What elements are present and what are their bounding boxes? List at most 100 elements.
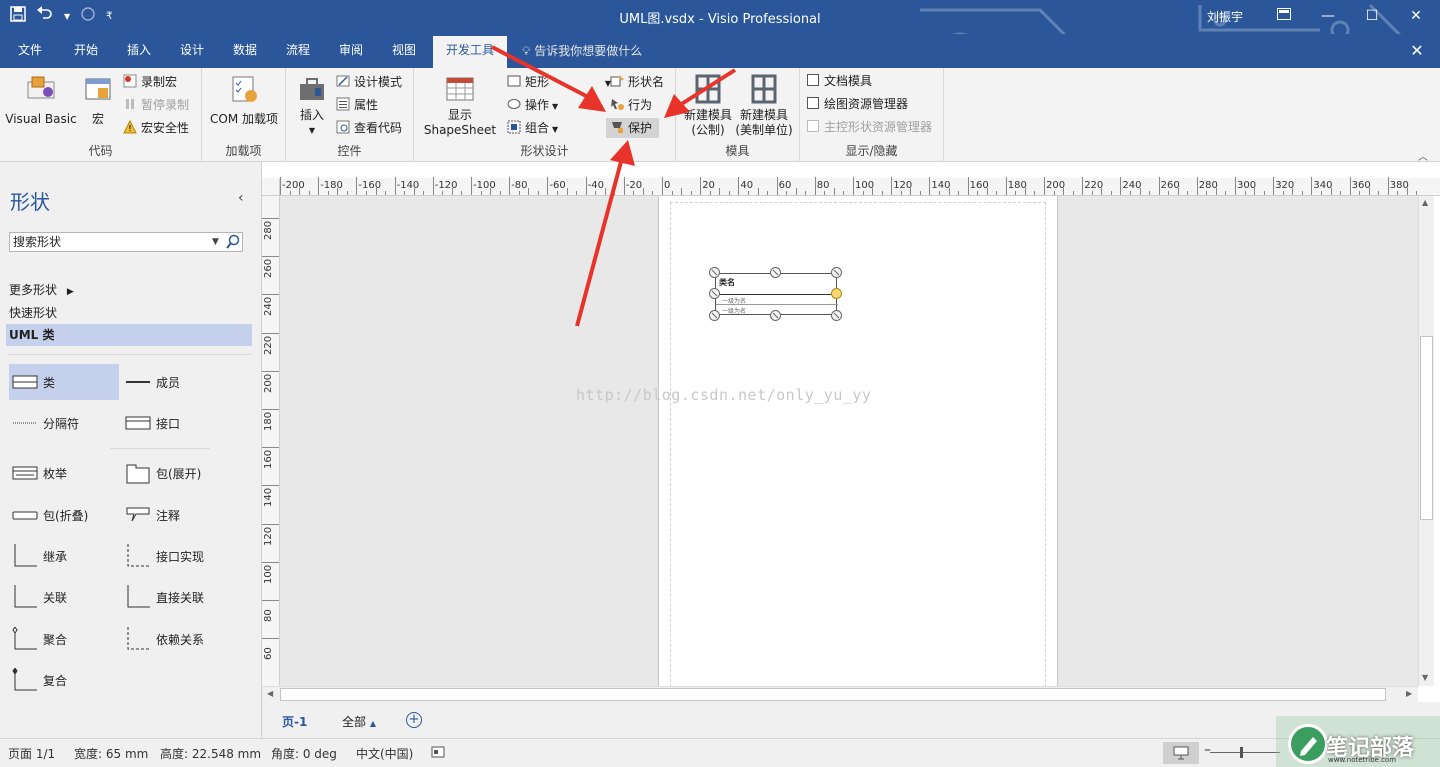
uml-class-shape[interactable]: 类名 一级为名 一级为名 <box>709 267 842 321</box>
uml-class-name[interactable]: 类名 <box>719 277 735 288</box>
tab-process[interactable]: 流程 <box>276 34 320 68</box>
stencil-separator[interactable]: 分隔符 <box>9 405 119 441</box>
stencil-inheritance[interactable]: 继承 <box>9 538 119 574</box>
collapse-ribbon-icon[interactable]: ︿ <box>1418 148 1428 163</box>
search-icon[interactable] <box>225 234 241 250</box>
rectangle-button[interactable]: 矩形 ▼ <box>507 72 611 92</box>
status-page[interactable]: 页面 1/1 <box>8 745 55 762</box>
com-addins-button[interactable]: COM 加载项 <box>206 74 282 127</box>
stencil-interface-realization[interactable]: 接口实现 <box>122 538 232 574</box>
stencil-dependency[interactable]: 依赖关系 <box>122 621 232 657</box>
minimize-icon[interactable]: — <box>1306 0 1350 34</box>
stencil-direct-association[interactable]: 直接关联 <box>122 579 232 615</box>
user-name[interactable]: 刘振宇 <box>1207 8 1243 25</box>
macros-button[interactable]: 宏 <box>80 74 116 127</box>
record-macro-button[interactable]: 录制宏 <box>123 72 177 92</box>
macro-security-button[interactable]: 宏安全性 <box>123 118 189 138</box>
stencil-interface[interactable]: 接口 <box>122 405 232 441</box>
tab-home[interactable]: 开始 <box>64 34 108 68</box>
document-stencil-checkbox[interactable]: 文档模具 <box>807 71 872 91</box>
properties-button[interactable]: 属性 <box>336 95 378 115</box>
view-code-button[interactable]: 查看代码 <box>336 118 402 138</box>
resize-handle-top-left[interactable] <box>709 267 720 278</box>
horizontal-scroll-thumb[interactable] <box>280 688 1386 701</box>
drawing-canvas[interactable]: http://blog.csdn.net/only_yu_yy 类名 一级为名 … <box>280 196 1418 686</box>
resize-handle-bottom-right[interactable] <box>831 310 842 321</box>
tab-design[interactable]: 设计 <box>170 34 214 68</box>
collapse-panel-icon[interactable]: ‹ <box>238 190 244 206</box>
vertical-scrollbar[interactable]: ▲ ▼ <box>1418 196 1434 686</box>
uml-attribute-1[interactable]: 一级为名 <box>722 296 746 305</box>
scroll-down-icon[interactable]: ▼ <box>1422 673 1428 682</box>
scroll-right-icon[interactable]: ▶ <box>1406 689 1412 698</box>
resize-handle-bottom-left[interactable] <box>709 310 720 321</box>
ribbon-display-options-icon[interactable] <box>1262 0 1306 34</box>
uml-class-stencil-item[interactable]: UML 类 <box>6 324 252 346</box>
stencil-class[interactable]: 类 <box>9 364 119 400</box>
zoom-out-icon[interactable]: – <box>1204 742 1211 758</box>
more-shapes-item[interactable]: 更多形状 ▶ <box>9 281 74 298</box>
new-stencil-metric-button[interactable]: 新建模具 (公制) <box>680 74 736 138</box>
maximize-icon[interactable]: ☐ <box>1350 0 1394 34</box>
ruler-major-tick <box>471 177 472 195</box>
resize-handle-top-right[interactable] <box>831 267 842 278</box>
zoom-slider[interactable] <box>1210 747 1280 758</box>
stencil-note[interactable]: 注释 <box>122 497 232 533</box>
close-document-icon[interactable]: ✕ <box>1407 34 1427 68</box>
uml-attribute-2[interactable]: 一级为名 <box>722 306 746 315</box>
shape-name-button[interactable]: 形状名 <box>610 72 664 92</box>
search-shapes-input[interactable]: 搜索形状 ▼ <box>9 232 243 252</box>
vertical-scroll-thumb[interactable] <box>1420 336 1433 520</box>
tab-review[interactable]: 审阅 <box>329 34 373 68</box>
master-explorer-check[interactable] <box>807 120 819 132</box>
stencil-member[interactable]: 成员 <box>122 364 232 400</box>
pause-recording-button[interactable]: 暂停录制 <box>123 95 189 115</box>
add-page-icon[interactable]: + <box>406 712 422 728</box>
resize-handle-bottom[interactable] <box>770 310 781 321</box>
group-button[interactable]: 组合 ▼ <box>507 118 558 138</box>
visual-basic-button[interactable]: Visual Basic <box>5 74 77 127</box>
stencil-association[interactable]: 关联 <box>9 579 119 615</box>
stencil-enumeration-label: 枚举 <box>43 467 68 481</box>
all-pages-button[interactable]: 全部 ▲ <box>342 713 376 730</box>
status-language[interactable]: 中文(中国) <box>356 745 413 762</box>
resize-handle-left[interactable] <box>709 288 720 299</box>
vertical-ruler[interactable]: 280 260 240 220 200 180 160 140 120 100 80 60 <box>262 196 280 686</box>
stencil-aggregation[interactable]: 聚合 <box>9 621 119 657</box>
stencil-package-collapsed[interactable]: 包(折叠) <box>9 497 119 533</box>
page-tab-1[interactable]: 页-1 <box>282 713 307 730</box>
tab-developer[interactable]: 开发工具 <box>433 34 507 68</box>
tab-insert[interactable]: 插入 <box>117 34 161 68</box>
uml-class-box[interactable]: 类名 一级为名 一级为名 <box>715 273 838 315</box>
horizontal-scrollbar[interactable]: ◀ ▶ <box>262 686 1418 702</box>
protection-button[interactable]: 保护 <box>606 118 659 138</box>
design-mode-button[interactable]: 设计模式 <box>336 72 402 92</box>
master-explorer-checkbox[interactable]: 主控形状资源管理器 <box>807 117 932 137</box>
tell-me-box[interactable]: 💡︎ 告诉我你想要做什么 <box>522 34 642 68</box>
scroll-up-icon[interactable]: ▲ <box>1422 198 1428 207</box>
presentation-mode-button[interactable] <box>1163 742 1199 764</box>
ruler-minor-tick <box>786 191 788 195</box>
tab-file[interactable]: 文件 <box>8 34 52 68</box>
show-shapesheet-button[interactable]: 显示 ShapeSheet <box>420 74 500 138</box>
control-handle[interactable] <box>831 288 842 299</box>
drawing-explorer-checkbox[interactable]: 绘图资源管理器 <box>807 94 908 114</box>
quick-shapes-item[interactable]: 快速形状 <box>9 304 57 321</box>
macro-recording-icon[interactable] <box>431 745 445 762</box>
new-stencil-us-button[interactable]: 新建模具 (美制单位) <box>734 74 794 138</box>
stencil-enumeration[interactable]: 枚举 <box>9 455 119 491</box>
drawing-explorer-check[interactable] <box>807 97 819 109</box>
horizontal-ruler[interactable]: -200 -180 -160 -140 -120 -100 -80 -60 -40 -20 0 20 4… <box>262 177 1440 196</box>
tab-data[interactable]: 数据 <box>223 34 267 68</box>
search-dropdown-icon[interactable]: ▼ <box>212 233 219 251</box>
stencil-composition[interactable]: 复合 <box>9 662 119 698</box>
behavior-button[interactable]: 行为 <box>610 95 652 115</box>
operations-button[interactable]: 操作 ▼ <box>507 95 558 115</box>
scroll-left-icon[interactable]: ◀ <box>267 689 273 698</box>
stencil-package-expanded[interactable]: 包(展开) <box>122 455 232 491</box>
document-stencil-check[interactable] <box>807 74 819 86</box>
resize-handle-top[interactable] <box>770 267 781 278</box>
close-icon[interactable]: ✕ <box>1394 0 1438 34</box>
insert-control-button[interactable]: 插入 ▼ <box>292 74 332 138</box>
tab-view[interactable]: 视图 <box>382 34 426 68</box>
